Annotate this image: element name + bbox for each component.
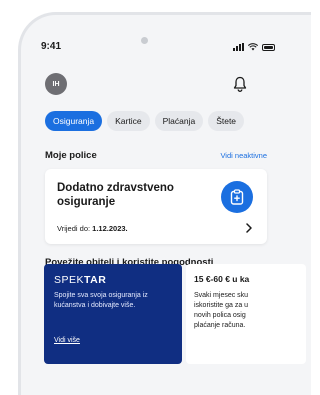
policy-validity: Vrijedi do: 1.12.2023. [57,224,128,233]
status-time: 9:41 [41,41,62,52]
policy-badge [221,181,253,213]
status-bar: 9:41 [41,41,275,55]
promo-card-offer[interactable]: 15 €-60 € u ka Svaki mjesec sku iskorist… [186,264,306,364]
promo-card-text: Spojite sva svoja osiguranja iz kućanstv… [54,292,148,309]
tab-kartice[interactable]: Kartice [107,111,150,131]
tab-stete[interactable]: Štete [208,111,245,131]
spektar-logo: SPEKTAR [54,274,107,286]
battery-icon [262,44,275,51]
promo-card-spektar[interactable]: SPEKTAR Spojite sva svoja osiguranja iz … [44,264,182,364]
valid-date: 1.12.2023. [92,224,128,233]
tab-placanja[interactable]: Plaćanja [154,111,204,131]
tab-osiguranja[interactable]: Osiguranja [45,111,103,131]
view-more-link[interactable]: Vidi više [54,337,80,344]
avatar-initials: IH [52,80,60,88]
policies-header: Moje police Vidi neaktivne [45,150,267,161]
tab-bar: Osiguranja Kartice Plaćanja Štete [45,111,245,131]
wifi-icon [248,43,258,51]
promo-offer-title: 15 €-60 € u ka [194,274,250,284]
valid-label: Vrijedi do: [57,224,91,233]
avatar[interactable]: IH [45,73,67,95]
signal-icon [233,43,244,51]
clipboard-icon [230,189,244,205]
promo-offer-text: Svaki mjesec sku iskoristite ga za u nov… [194,292,249,329]
policy-name: Dodatno zdravstveno osiguranje [57,182,174,208]
policies-title: Moje police [45,150,97,161]
chevron-right-icon[interactable] [245,223,253,233]
bell-icon[interactable] [233,76,247,92]
view-inactive-link[interactable]: Vidi neaktivne [220,151,267,160]
status-icons [233,43,275,51]
policy-card[interactable]: Dodatno zdravstveno osiguranje Vrijedi d… [45,169,267,244]
